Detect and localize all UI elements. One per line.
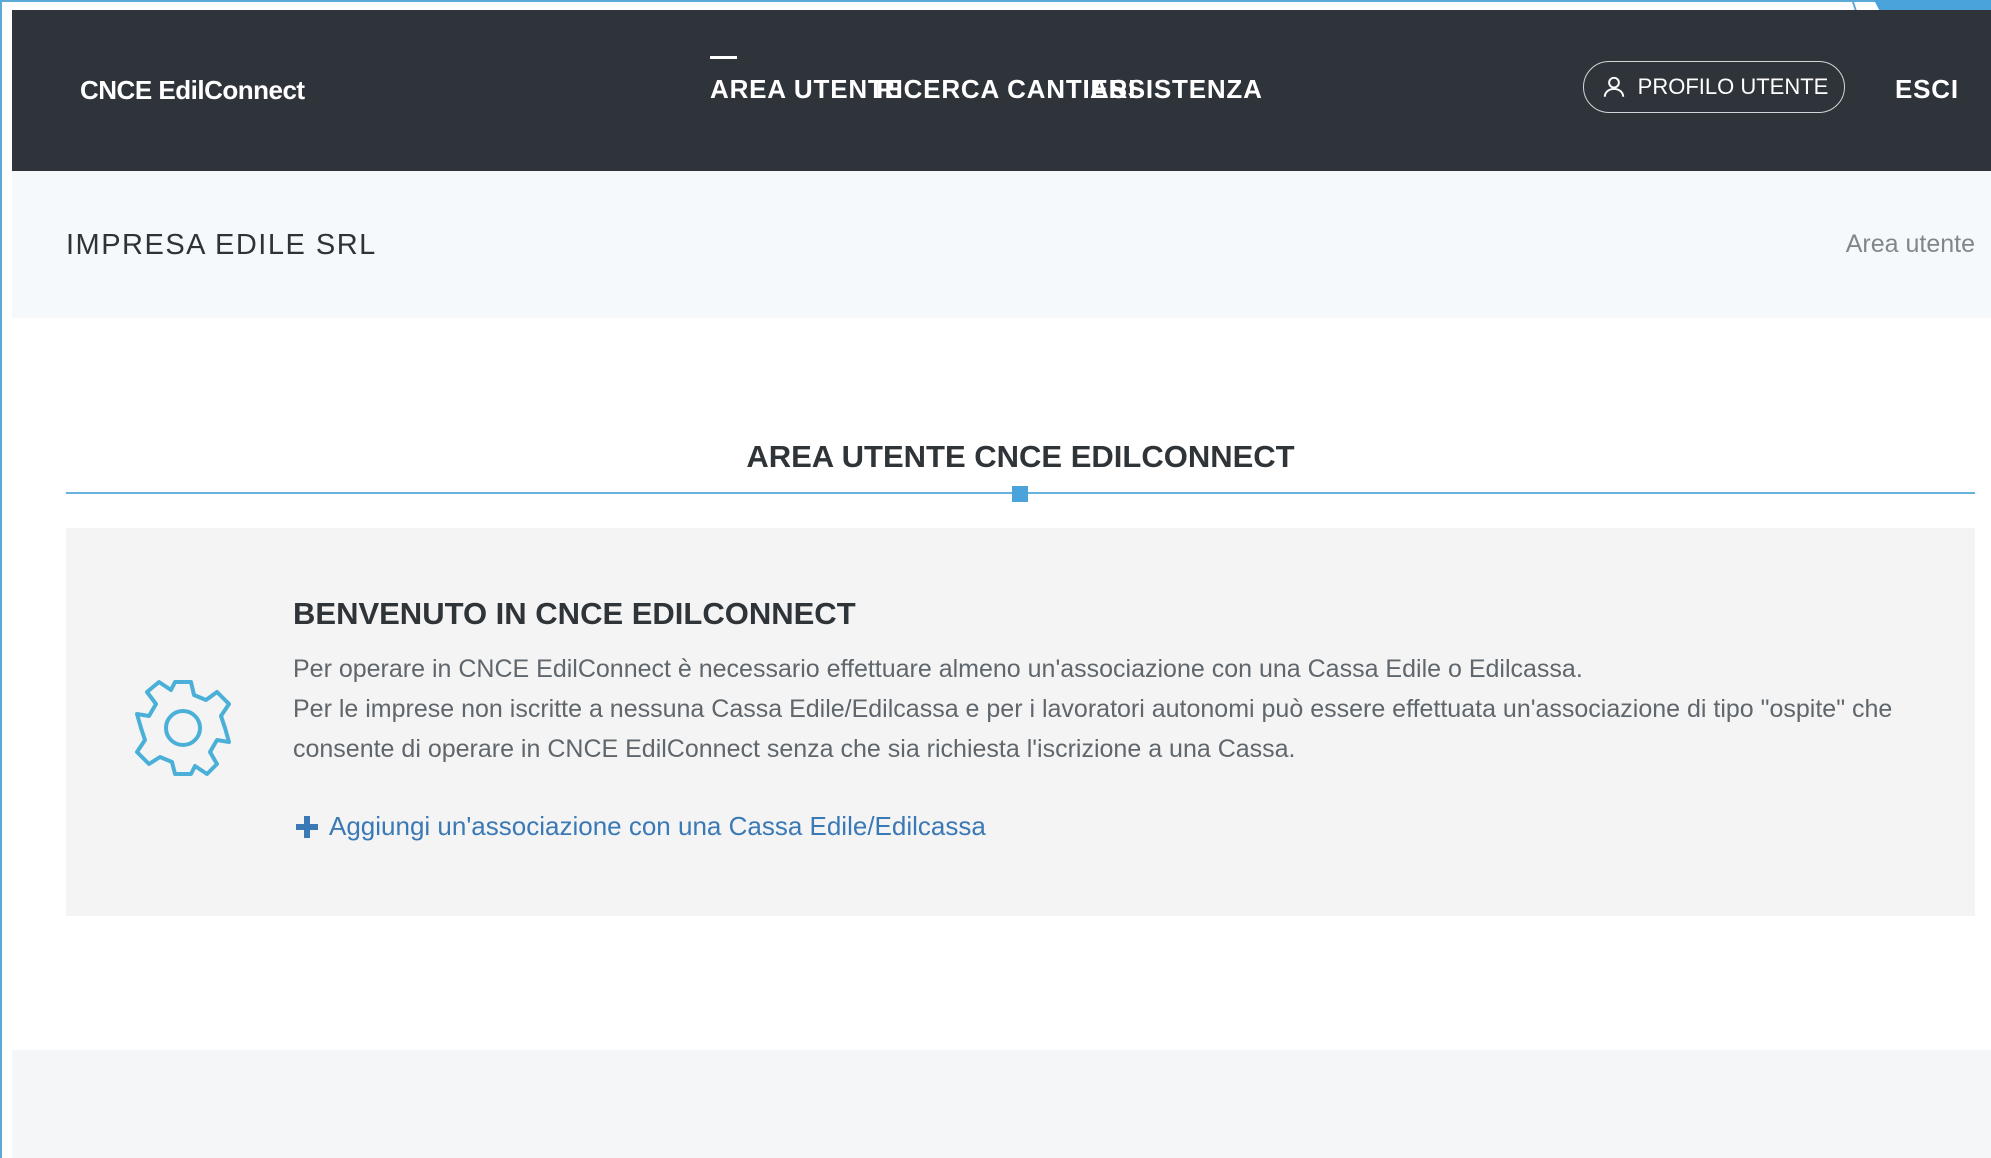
top-navigation-bar: CNCE EdilConnect AREA UTENTE RICERCA CAN… — [12, 10, 1991, 171]
welcome-text-line-1: Per operare in CNCE EdilConnect è necess… — [293, 655, 1583, 683]
welcome-panel: BENVENUTO IN CNCE EDILCONNECT Per operar… — [66, 528, 1975, 916]
brand-logo[interactable]: CNCE EdilConnect — [80, 75, 305, 106]
welcome-title: BENVENUTO IN CNCE EDILCONNECT — [293, 596, 856, 631]
footer-band — [12, 1050, 1991, 1158]
add-association-label: Aggiungi un'associazione con una Cassa E… — [329, 811, 986, 841]
add-association-link[interactable]: Aggiungi un'associazione con una Cassa E… — [293, 811, 986, 842]
nav-item-area-utente[interactable]: AREA UTENTE — [710, 56, 903, 105]
profile-button-label: PROFILO UTENTE — [1637, 74, 1829, 99]
divider-marker — [1012, 486, 1028, 502]
user-icon — [1600, 73, 1628, 101]
company-name: IMPRESA EDILE SRL — [66, 229, 377, 261]
welcome-text-line-2: Per le imprese non iscritte a nessuna Ca… — [293, 695, 1893, 723]
corner-accent — [1874, 0, 1991, 10]
page-title: AREA UTENTE CNCE EDILCONNECT — [746, 438, 1295, 474]
nav-item-assistenza[interactable]: ASSISTENZA — [1090, 74, 1263, 105]
profile-button[interactable]: PROFILO UTENTE — [1583, 61, 1845, 113]
breadcrumb: Area utente — [1845, 230, 1975, 258]
plus-icon — [293, 813, 321, 841]
gear-icon — [133, 678, 233, 778]
welcome-text-line-3: consente di operare in CNCE EdilConnect … — [293, 735, 1296, 763]
logout-link[interactable]: ESCI — [1895, 74, 1959, 105]
company-bar: IMPRESA EDILE SRL Area utente — [12, 171, 1991, 318]
